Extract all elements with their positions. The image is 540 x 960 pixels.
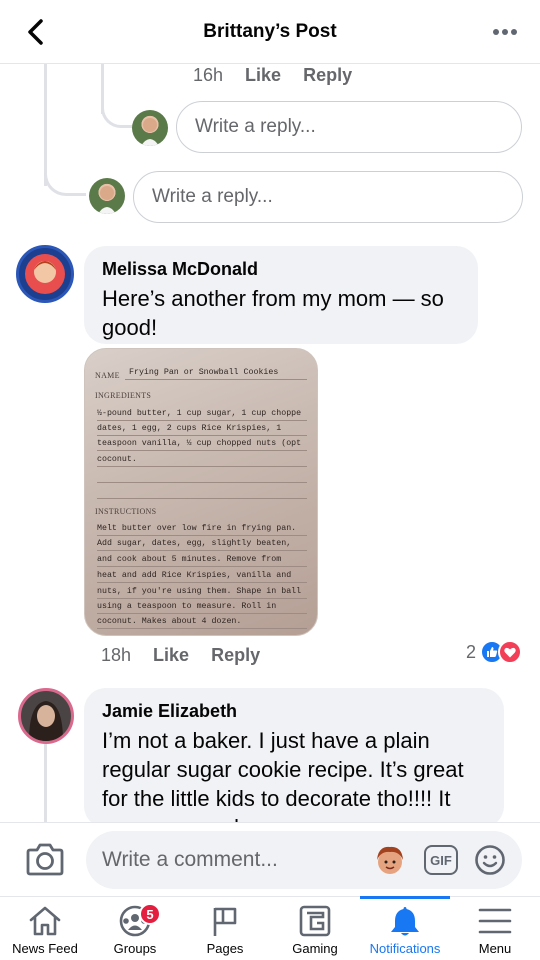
tab-pages[interactable]: Pages [180, 897, 270, 960]
tab-notifications[interactable]: Notifications [360, 896, 450, 960]
love-reaction-icon [498, 640, 522, 664]
emoji-button[interactable] [474, 844, 506, 876]
recipe-name-label: NAME [95, 371, 120, 380]
card-rule [97, 598, 307, 599]
card-rule [97, 613, 307, 614]
card-rule [97, 466, 307, 467]
avatar[interactable] [16, 245, 74, 303]
previous-comment-actions: 16h Like Reply [193, 64, 352, 86]
tab-groups[interactable]: 5 Groups [90, 897, 180, 960]
ingredient-line: ½-pound butter, 1 cup sugar, 1 cup chopp… [97, 409, 302, 418]
reply-input[interactable]: Write a reply... [133, 171, 523, 223]
tab-label: Pages [206, 941, 244, 956]
instruction-line: Add sugar, dates, egg, slightly beaten, [97, 539, 292, 548]
instruction-line: using a teaspoon to measure. Roll in [97, 602, 277, 611]
tab-label: Groups [113, 941, 157, 956]
thread-line [44, 744, 47, 824]
camera-icon [26, 843, 64, 876]
composer-icons: GIF [372, 842, 506, 878]
flag-icon [213, 907, 237, 936]
comment-input[interactable]: Write a comment... GIF [86, 831, 522, 889]
tab-label: Menu [478, 941, 512, 956]
reply-link[interactable]: Reply [303, 65, 352, 86]
comment-author[interactable]: Melissa McDonald [102, 258, 460, 280]
comment-placeholder: Write a comment... [102, 848, 278, 871]
page-title: Brittany’s Post [203, 20, 337, 42]
tab-label: Gaming [292, 941, 338, 956]
tab-gaming[interactable]: Gaming [270, 897, 360, 960]
card-rule [97, 582, 307, 583]
chevron-left-icon [28, 19, 43, 45]
comment-time: 16h [193, 64, 224, 85]
card-rule [97, 628, 307, 629]
thread-line-curve [44, 164, 86, 196]
instruction-line: and cook about 5 minutes. Remove from [97, 555, 282, 564]
home-icon [29, 906, 61, 936]
card-rule [97, 420, 307, 421]
avatar[interactable] [18, 688, 74, 744]
comment-author[interactable]: Jamie Elizabeth [102, 700, 486, 722]
bell-icon [391, 907, 419, 936]
card-rule [97, 566, 307, 567]
reaction-count: 2 [465, 641, 476, 662]
ingredient-line: teaspoon vanilla, ½ cup chopped nuts (op… [97, 439, 302, 448]
comment-bubble: Jamie Elizabeth I’m not a baker. I just … [84, 688, 504, 828]
instructions-label: INSTRUCTIONS [95, 507, 157, 516]
tab-label: Notifications [369, 941, 441, 956]
instruction-line: coconut. Makes about 4 dozen. [97, 617, 242, 626]
reply-link[interactable]: Reply [211, 645, 260, 666]
comment-actions: 18h Like Reply [101, 644, 260, 666]
instruction-line: Melt butter over low fire in frying pan. [97, 524, 297, 533]
card-rule [97, 550, 307, 551]
ingredient-line: dates, 1 egg, 2 cups Rice Krispies, 1 [97, 424, 282, 433]
card-rule [97, 535, 307, 536]
avatar-sticker-icon [377, 846, 403, 874]
card-rule [97, 435, 307, 436]
ingredients-label: INGREDIENTS [95, 391, 152, 400]
reaction-summary[interactable]: 2 [466, 640, 522, 664]
avatar-sticker-button[interactable] [372, 842, 408, 878]
card-rule [97, 498, 307, 499]
card-rule [97, 450, 307, 451]
tab-label: News Feed [12, 941, 78, 956]
more-horizontal-icon [493, 29, 517, 35]
card-rule [97, 482, 307, 483]
avatar [132, 110, 168, 146]
card-rule [125, 379, 307, 380]
menu-icon [478, 908, 512, 934]
recipe-card-image[interactable]: NAME Frying Pan or Snowball Cookies INGR… [84, 348, 318, 636]
instruction-line: heat and add Rice Krispies, vanilla and [97, 571, 292, 580]
bottom-navigation: News Feed 5 Groups Pages Gaming Notifica… [0, 896, 540, 960]
tab-news-feed[interactable]: News Feed [0, 897, 90, 960]
instruction-line: nuts, if you're using them. Shape in bal… [97, 587, 302, 596]
back-button[interactable] [18, 14, 54, 50]
comment-text: Here’s another from my mom — so good! [102, 286, 444, 340]
top-bar: Brittany’s Post [0, 0, 540, 64]
emoji-icon [475, 845, 505, 875]
like-link[interactable]: Like [153, 645, 189, 666]
avatar [89, 178, 125, 214]
like-link[interactable]: Like [245, 65, 281, 86]
camera-button[interactable] [26, 842, 64, 880]
thread-line-nested-curve [101, 96, 133, 128]
notification-badge: 5 [139, 903, 161, 925]
comment-text: I’m not a baker. I just have a plain reg… [102, 728, 464, 828]
comment-composer: Write a comment... GIF [0, 822, 540, 896]
tab-menu[interactable]: Menu [450, 897, 540, 960]
gif-label: GIF [430, 852, 452, 868]
more-options-button[interactable] [490, 20, 520, 44]
comment-time: 18h [101, 644, 132, 665]
ingredient-line: coconut. [97, 455, 137, 464]
gif-button[interactable]: GIF [424, 845, 458, 875]
reply-input[interactable]: Write a reply... [176, 101, 522, 153]
comment-bubble: Melissa McDonald Here’s another from my … [84, 246, 478, 344]
gaming-icon [299, 905, 331, 937]
recipe-name: Frying Pan or Snowball Cookies [129, 368, 279, 377]
